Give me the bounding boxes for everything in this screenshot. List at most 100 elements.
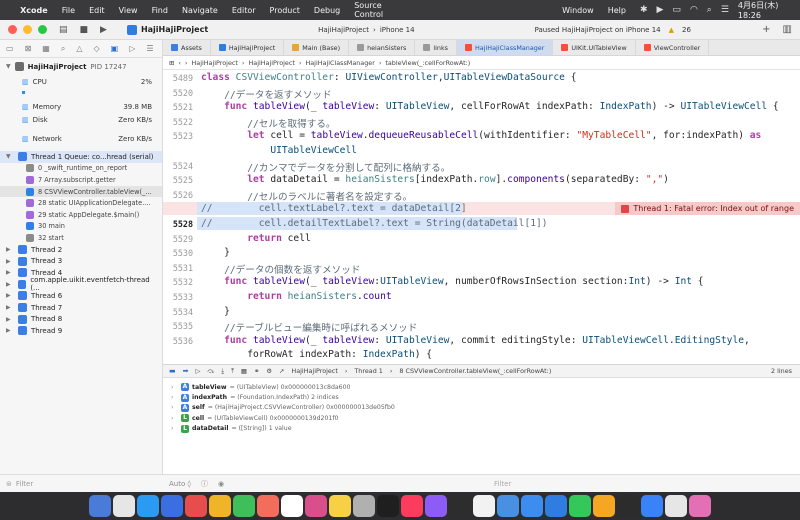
chevron-right-icon[interactable]: › bbox=[171, 394, 178, 401]
gauge-memory[interactable]: ▥ Memory 39.8 MB bbox=[0, 100, 162, 113]
tab-viewcontroller[interactable]: ViewController bbox=[636, 40, 710, 55]
symbol-icon[interactable]: ▦ bbox=[42, 44, 50, 53]
debug-crumb-project[interactable]: HajiHajiProject bbox=[291, 367, 337, 375]
tab-main-storyboard[interactable]: Main (Base) bbox=[284, 40, 350, 55]
line-number[interactable]: 5524 bbox=[163, 161, 193, 171]
eye-icon[interactable]: ◉ bbox=[218, 480, 224, 488]
hide-debug-area-icon[interactable]: ▬ bbox=[169, 367, 176, 375]
code-line[interactable]: class CSVViewController: UIViewControlle… bbox=[201, 72, 577, 83]
code-line[interactable]: // cell.detailTextLabel?.text = String(d… bbox=[201, 218, 548, 229]
close-button[interactable] bbox=[8, 25, 17, 34]
variable-row[interactable]: › Lcell = (UITableViewCell) 0x0000000139d2… bbox=[163, 413, 800, 423]
terminal-icon[interactable] bbox=[449, 495, 471, 517]
activity-monitor-icon[interactable] bbox=[617, 495, 639, 517]
code-line[interactable]: let dataDetail = heianSisters[indexPath.… bbox=[201, 174, 669, 185]
location-icon[interactable]: ➚ bbox=[279, 367, 284, 375]
menu-view[interactable]: View bbox=[119, 6, 138, 15]
source-editor[interactable]: 5489552055215522552355245525552655275528… bbox=[163, 70, 800, 364]
breadcrumb-group[interactable]: HajiHajiProject bbox=[248, 59, 294, 67]
line-number[interactable]: 5532 bbox=[163, 277, 193, 287]
line-number-gutter[interactable]: 5489552055215522552355245525552655275528… bbox=[163, 70, 197, 364]
stack-frame[interactable]: 29 static AppDelegate.$main() bbox=[0, 209, 162, 221]
podcasts-icon[interactable] bbox=[329, 495, 351, 517]
finder-icon[interactable] bbox=[89, 495, 111, 517]
menu-app-name[interactable]: Xcode bbox=[20, 6, 48, 15]
code-line[interactable]: //カンマでデータを分割して配列に格納する。 bbox=[201, 160, 450, 174]
play-icon[interactable]: ▶ bbox=[657, 5, 664, 15]
code-line[interactable]: //データを返すメソッド bbox=[201, 87, 332, 101]
info-icon[interactable]: ⓘ bbox=[201, 479, 208, 489]
photos-icon[interactable] bbox=[257, 495, 279, 517]
textedit-icon[interactable] bbox=[473, 495, 495, 517]
code-line[interactable]: //セルのラベルに著者名を設定する。 bbox=[201, 189, 412, 203]
thread-row[interactable]: ▶ Thread 9 bbox=[0, 325, 162, 337]
stack-frame[interactable]: 30 main bbox=[0, 221, 162, 233]
code-line[interactable]: return cell bbox=[201, 233, 311, 244]
code-line[interactable]: func tableView(_ tableView: UITableView,… bbox=[201, 335, 750, 346]
line-number[interactable]: 5520 bbox=[163, 88, 193, 98]
breadcrumb-project[interactable]: HajiHajiProject bbox=[191, 59, 237, 67]
line-number[interactable]: 5530 bbox=[163, 248, 193, 258]
view-hierarchy-icon[interactable]: ▦ bbox=[241, 367, 247, 375]
debug-navigator-icon[interactable]: ▣ bbox=[111, 44, 119, 53]
menu-find[interactable]: Find bbox=[152, 6, 168, 15]
app-icon[interactable] bbox=[689, 495, 711, 517]
report-icon[interactable]: ☰ bbox=[146, 44, 153, 53]
thread-row[interactable]: ▶ Thread 8 bbox=[0, 313, 162, 325]
code-line[interactable]: // cell.textLabel?.text = dataDetail[2] bbox=[201, 203, 467, 214]
add-icon[interactable]: + bbox=[762, 24, 770, 35]
notes-icon[interactable] bbox=[209, 495, 231, 517]
gauge-disk[interactable]: ▥ Disk Zero KB/s bbox=[0, 113, 162, 126]
variable-row[interactable]: › LdataDetail = ([String]) 1 value bbox=[163, 424, 800, 434]
chevron-right-icon[interactable]: › bbox=[171, 425, 178, 432]
navigator-filter[interactable]: ⊜ Filter bbox=[0, 474, 163, 492]
code-line[interactable]: //テーブルビュー編集時に呼ばれるメソッド bbox=[201, 320, 417, 334]
environment-icon[interactable]: ⚙ bbox=[266, 367, 272, 375]
variable-row[interactable]: › AtableView = (UITableView) 0x000000013c8… bbox=[163, 382, 800, 392]
menu-debug[interactable]: Debug bbox=[314, 6, 340, 15]
variables-mode-selector[interactable]: Auto ◊ bbox=[169, 480, 191, 488]
code-line[interactable]: //データの個数を返すメソッド bbox=[201, 262, 360, 276]
run-icon[interactable]: ▶ bbox=[100, 25, 107, 35]
thread-1[interactable]: ▼ Thread 1 Queue: co...hread (serial) bbox=[0, 151, 162, 163]
thread-row[interactable]: ▶ Thread 7 bbox=[0, 302, 162, 314]
code-line[interactable]: } bbox=[201, 247, 230, 258]
xcode-icon[interactable] bbox=[497, 495, 519, 517]
line-number[interactable]: 5534 bbox=[163, 307, 193, 317]
find-icon[interactable]: ⌕ bbox=[61, 44, 65, 54]
inspector-toggle-icon[interactable]: ▥ bbox=[783, 24, 792, 35]
stack-frame[interactable]: 32 start bbox=[0, 232, 162, 244]
chevron-right-icon[interactable]: › bbox=[171, 384, 178, 391]
error-annotation[interactable]: Thread 1: Fatal error: Index out of rang… bbox=[615, 202, 800, 216]
debug-crumb-frame[interactable]: 8 CSVViewController.tableView(_:cellForR… bbox=[399, 367, 551, 375]
step-out-icon[interactable]: ⤒ bbox=[231, 367, 234, 376]
code-line[interactable]: return heianSisters.count bbox=[201, 291, 391, 302]
variable-row[interactable]: › AindexPath = (Foundation.IndexPath) 2 in… bbox=[163, 392, 800, 402]
line-number[interactable]: 5526 bbox=[163, 190, 193, 200]
warning-icon[interactable]: ▲ bbox=[669, 26, 674, 34]
code-line[interactable]: func tableView(_ tableView: UITableView,… bbox=[201, 101, 779, 112]
tab-links[interactable]: links bbox=[415, 40, 457, 55]
clock[interactable]: 4月6日(木) 18:26 bbox=[738, 0, 790, 20]
system-settings-icon[interactable] bbox=[353, 495, 375, 517]
menu-file[interactable]: File bbox=[62, 6, 75, 15]
continue-icon[interactable]: ▷ bbox=[196, 367, 201, 375]
menu-source-control[interactable]: Source Control bbox=[354, 1, 408, 19]
line-number[interactable]: 5536 bbox=[163, 336, 193, 346]
preview-icon[interactable] bbox=[665, 495, 687, 517]
line-number[interactable]: 5523 bbox=[163, 131, 193, 141]
launchpad-icon[interactable] bbox=[113, 495, 135, 517]
breadcrumb-file[interactable]: HajiHajiClassManager bbox=[305, 59, 374, 67]
wifi-icon[interactable]: ◠ bbox=[690, 5, 698, 15]
line-number[interactable]: 5525 bbox=[163, 175, 193, 185]
keynote-icon[interactable] bbox=[545, 495, 567, 517]
stack-frame-selected[interactable]: 8 CSVViewController.tableView(_... bbox=[0, 185, 162, 198]
chevron-right-icon[interactable]: › bbox=[171, 415, 178, 422]
apple-tv-icon[interactable] bbox=[377, 495, 399, 517]
menu-edit[interactable]: Edit bbox=[89, 6, 105, 15]
menu-editor[interactable]: Editor bbox=[232, 6, 256, 15]
gauge-network[interactable]: ▥ Network Zero KB/s bbox=[0, 132, 162, 145]
line-number[interactable]: 5521 bbox=[163, 102, 193, 112]
tab-assets[interactable]: Assets bbox=[163, 40, 211, 55]
thread-row[interactable]: ▶ Thread 2 bbox=[0, 244, 162, 256]
